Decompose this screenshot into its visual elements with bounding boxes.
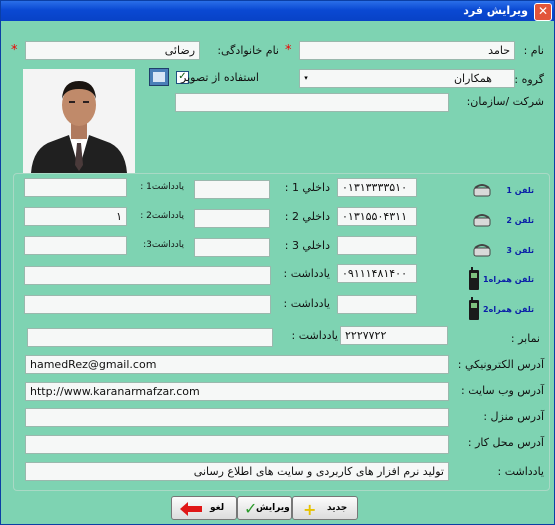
note2-label: يادداشت2 : bbox=[140, 211, 184, 221]
mobile2-label: تلفن همراه2 bbox=[483, 305, 534, 314]
mobile2-note-input[interactable] bbox=[24, 295, 271, 314]
home-address-input[interactable] bbox=[25, 408, 449, 427]
phone2-input[interactable]: ۰۱۳۱۵۵۰۴۳۱۱ bbox=[337, 207, 417, 226]
edit-button[interactable]: ويرايش ✓ bbox=[237, 496, 292, 520]
browse-image-button[interactable] bbox=[149, 68, 169, 86]
mobile1-note-input[interactable] bbox=[24, 266, 271, 285]
fax-input[interactable]: ۲۲۲۷۷۲۲ bbox=[340, 326, 448, 345]
mobile1-input[interactable]: ۰۹۱۱۱۴۸۱۴۰۰ bbox=[337, 264, 417, 283]
work-address-label: آدرس محل کار : bbox=[467, 436, 544, 449]
fax-note-input[interactable] bbox=[27, 328, 273, 347]
fax-note-label: يادداشت : bbox=[291, 329, 339, 342]
website-input[interactable]: http://www.karanarmafzar.com bbox=[25, 382, 449, 401]
home-address-label: آدرس منزل : bbox=[483, 410, 544, 423]
new-button-label: جديد bbox=[327, 503, 348, 513]
mobile-phone-icon bbox=[468, 297, 480, 321]
phone3-input[interactable] bbox=[337, 236, 417, 255]
chevron-down-icon[interactable]: ▾ bbox=[299, 69, 313, 88]
title-bar: ويرايش فرد ✕ bbox=[1, 1, 554, 21]
website-label: آدرس وب سايت : bbox=[461, 384, 544, 397]
phone1-input[interactable]: ۰۱۳۱۳۳۳۳۵۱۰ bbox=[337, 178, 417, 197]
phone3-label: تلفن 3 bbox=[506, 246, 534, 255]
ext3-input[interactable] bbox=[194, 238, 270, 257]
ext3-label: داخلي 3 : bbox=[284, 239, 330, 252]
mobile2-note-label: يادداشت : bbox=[283, 297, 331, 310]
fax-label: نمابر : bbox=[510, 332, 540, 345]
plus-icon: + bbox=[303, 500, 317, 519]
phone-icon bbox=[473, 213, 491, 227]
cancel-button[interactable]: لغو bbox=[171, 496, 237, 520]
company-label: شرکت /سازمان: bbox=[466, 95, 544, 108]
edit-button-label: ويرايش bbox=[256, 503, 290, 513]
phone-icon bbox=[473, 243, 491, 257]
edit-person-window: ويرايش فرد ✕ نام : حامد * نام خانوادگی: … bbox=[0, 0, 555, 525]
mobile1-label: تلفن همراه1 bbox=[483, 275, 534, 284]
window-title: ويرايش فرد bbox=[463, 4, 528, 17]
email-label: آدرس الكترونيكي : bbox=[457, 358, 544, 371]
phone2-label: تلفن 2 bbox=[506, 216, 534, 225]
image-icon bbox=[153, 72, 165, 82]
last-name-label: نام خانوادگی: bbox=[217, 44, 279, 57]
note3-label: يادداشت3: bbox=[143, 240, 184, 250]
first-name-label: نام : bbox=[523, 44, 544, 57]
ext1-label: داخلي 1 : bbox=[284, 181, 330, 194]
ext1-input[interactable] bbox=[194, 180, 270, 199]
back-arrow-icon bbox=[180, 502, 202, 516]
close-button[interactable]: ✕ bbox=[534, 3, 552, 21]
person-photo[interactable] bbox=[23, 69, 135, 173]
note-input[interactable]: تولید نرم افزار های کاربردی و سایت های ا… bbox=[25, 462, 449, 481]
cancel-button-label: لغو bbox=[210, 503, 225, 513]
use-image-label: استفاده از تصوير bbox=[181, 71, 259, 84]
required-star: * bbox=[285, 43, 292, 58]
mobile1-note-label: يادداشت : bbox=[283, 267, 331, 280]
email-input[interactable]: hamedRez@gmail.com bbox=[25, 355, 449, 374]
note1-label: يادداشت1 : bbox=[140, 182, 184, 192]
note2-input[interactable]: ۱ bbox=[24, 207, 127, 226]
note3-input[interactable] bbox=[24, 236, 127, 255]
last-name-input[interactable]: رضائی bbox=[25, 41, 200, 60]
required-star: * bbox=[11, 43, 18, 58]
group-label: گروه : bbox=[514, 73, 544, 86]
ext2-input[interactable] bbox=[194, 209, 270, 228]
checkmark-icon: ✓ bbox=[244, 499, 258, 518]
note1-input[interactable] bbox=[24, 178, 127, 197]
close-icon: ✕ bbox=[537, 4, 549, 18]
mobile-phone-icon bbox=[468, 267, 480, 291]
phone1-label: تلفن 1 bbox=[506, 186, 534, 195]
ext2-label: داخلي 2 : bbox=[284, 210, 330, 223]
mobile2-input[interactable] bbox=[337, 295, 417, 314]
company-input[interactable] bbox=[175, 93, 449, 112]
first-name-input[interactable]: حامد bbox=[299, 41, 515, 60]
group-select[interactable]: همكاران bbox=[299, 69, 515, 88]
phone-icon bbox=[473, 183, 491, 197]
work-address-input[interactable] bbox=[25, 435, 449, 454]
new-button[interactable]: جديد + bbox=[292, 496, 358, 520]
note-label: يادداشت : bbox=[497, 465, 545, 478]
